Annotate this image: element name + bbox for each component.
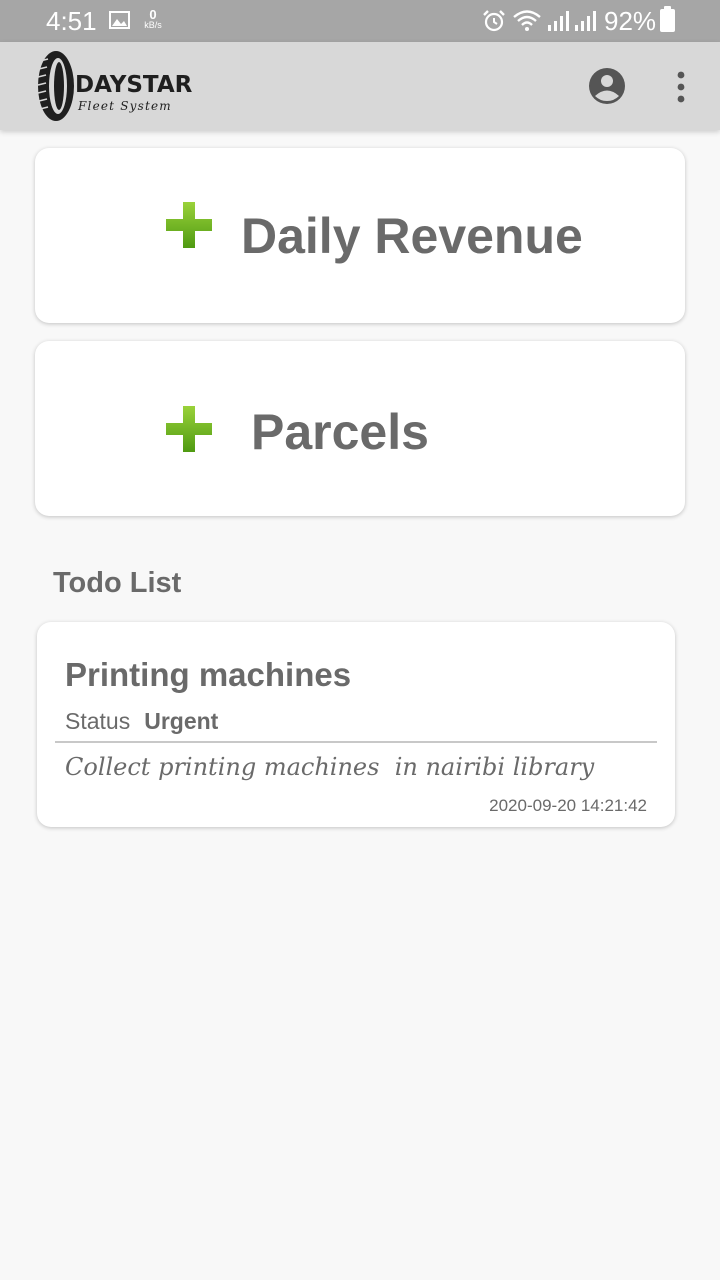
logo-subtitle: Fleet System [78,99,172,113]
todo-item-card[interactable]: Printing machines Status Urgent Collect p… [37,622,675,827]
wifi-icon [513,10,541,31]
status-time: 4:51 [46,6,97,36]
status-bar: 4:51 0 kB/s 92% [0,0,720,42]
signal-icon [575,11,596,31]
todo-status: Status Urgent [65,707,218,735]
parcels-label: Parcels [251,404,429,460]
account-circle-icon[interactable] [589,68,625,104]
image-icon [109,11,130,29]
parcels-card[interactable]: Parcels [35,341,685,516]
daily-revenue-label: Daily Revenue [241,208,583,264]
todo-status-value: Urgent [144,708,219,734]
signal-icon [548,11,569,31]
tire-logo-icon [37,51,74,121]
plus-icon [166,406,212,452]
todo-description: Collect printing machines in nairibi lib… [65,753,595,781]
network-speed: 0 kB/s [140,8,166,30]
alarm-icon [483,10,505,32]
todo-title: Printing machines [65,656,352,693]
todo-divider [55,741,657,743]
plus-icon [166,202,212,248]
app-bar: DAYSTAR Fleet System [0,42,720,130]
more-vertical-icon[interactable] [670,70,692,104]
todo-list-heading: Todo List [53,567,182,599]
battery-icon [660,6,675,32]
network-speed-unit: kB/s [144,20,162,30]
todo-timestamp: 2020-09-20 14:21:42 [489,796,647,815]
app-logo: DAYSTAR Fleet System [36,46,196,126]
daily-revenue-card[interactable]: Daily Revenue [35,148,685,323]
battery-percentage: 92% [604,6,657,36]
logo-name: DAYSTAR [75,72,193,98]
todo-status-label: Status [65,708,131,734]
